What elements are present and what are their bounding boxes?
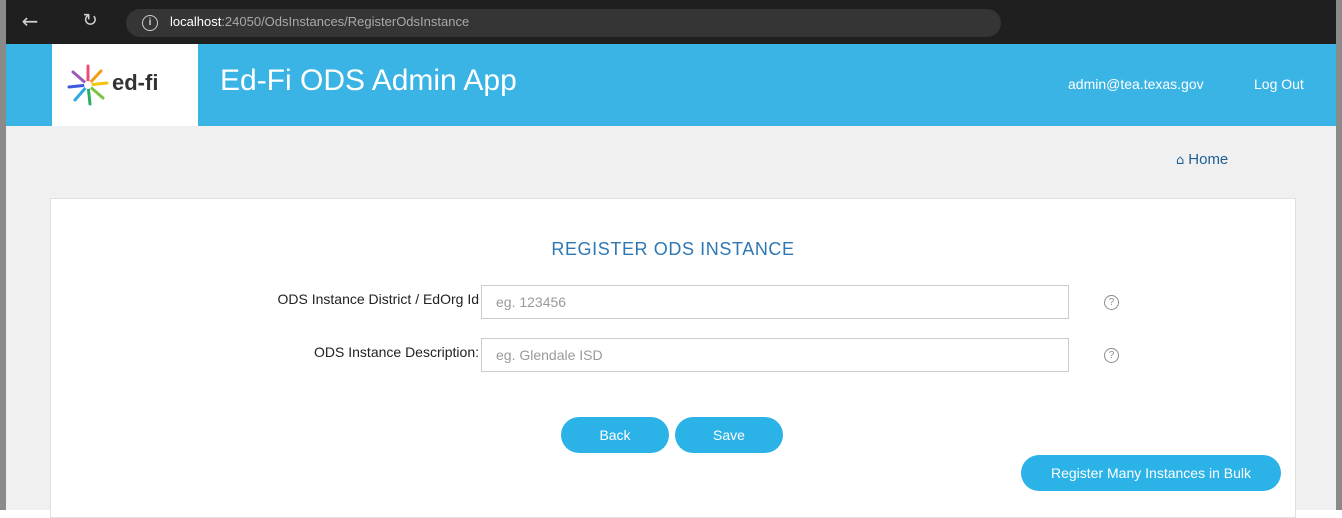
home-link[interactable]: ⌂ Home <box>1176 151 1228 168</box>
district-id-input[interactable] <box>481 285 1069 319</box>
app-header: ed-fi Ed-Fi ODS Admin App admin@tea.texa… <box>6 44 1336 126</box>
address-bar[interactable]: i localhost:24050/OdsInstances/RegisterO… <box>126 9 1001 37</box>
form-title: REGISTER ODS INSTANCE <box>551 239 795 259</box>
app-title: Ed-Fi ODS Admin App <box>220 64 517 97</box>
url-host: localhost <box>170 14 222 29</box>
help-icon[interactable]: ? <box>1104 348 1119 363</box>
save-button[interactable]: Save <box>675 417 783 453</box>
info-icon[interactable]: i <box>142 15 158 31</box>
back-arrow-icon[interactable]: ← <box>16 7 44 35</box>
logout-link[interactable]: Log Out <box>1254 76 1304 92</box>
home-icon: ⌂ <box>1176 153 1185 168</box>
url-text: localhost:24050/OdsInstances/RegisterOds… <box>170 14 469 29</box>
register-bulk-button[interactable]: Register Many Instances in Bulk <box>1021 455 1281 491</box>
browser-toolbar: ← ↻ i localhost:24050/OdsInstances/Regis… <box>6 0 1336 44</box>
district-id-label: ODS Instance District / EdOrg Id <box>277 291 479 307</box>
help-icon[interactable]: ? <box>1104 295 1119 310</box>
back-button[interactable]: Back <box>561 417 669 453</box>
home-label: Home <box>1188 151 1229 168</box>
ed-fi-burst-icon <box>67 64 109 106</box>
logo[interactable]: ed-fi <box>52 44 198 126</box>
register-form-card: REGISTER ODS INSTANCE ODS Instance Distr… <box>50 198 1296 518</box>
user-email: admin@tea.texas.gov <box>1068 76 1204 92</box>
description-input[interactable] <box>481 338 1069 372</box>
logo-text: ed-fi <box>112 70 159 95</box>
page-body: ⌂ Home REGISTER ODS INSTANCE ODS Instance… <box>6 126 1336 518</box>
url-path: :24050/OdsInstances/RegisterOdsInstance <box>221 14 470 29</box>
reload-icon[interactable]: ↻ <box>76 7 104 35</box>
description-label: ODS Instance Description: <box>314 344 479 360</box>
